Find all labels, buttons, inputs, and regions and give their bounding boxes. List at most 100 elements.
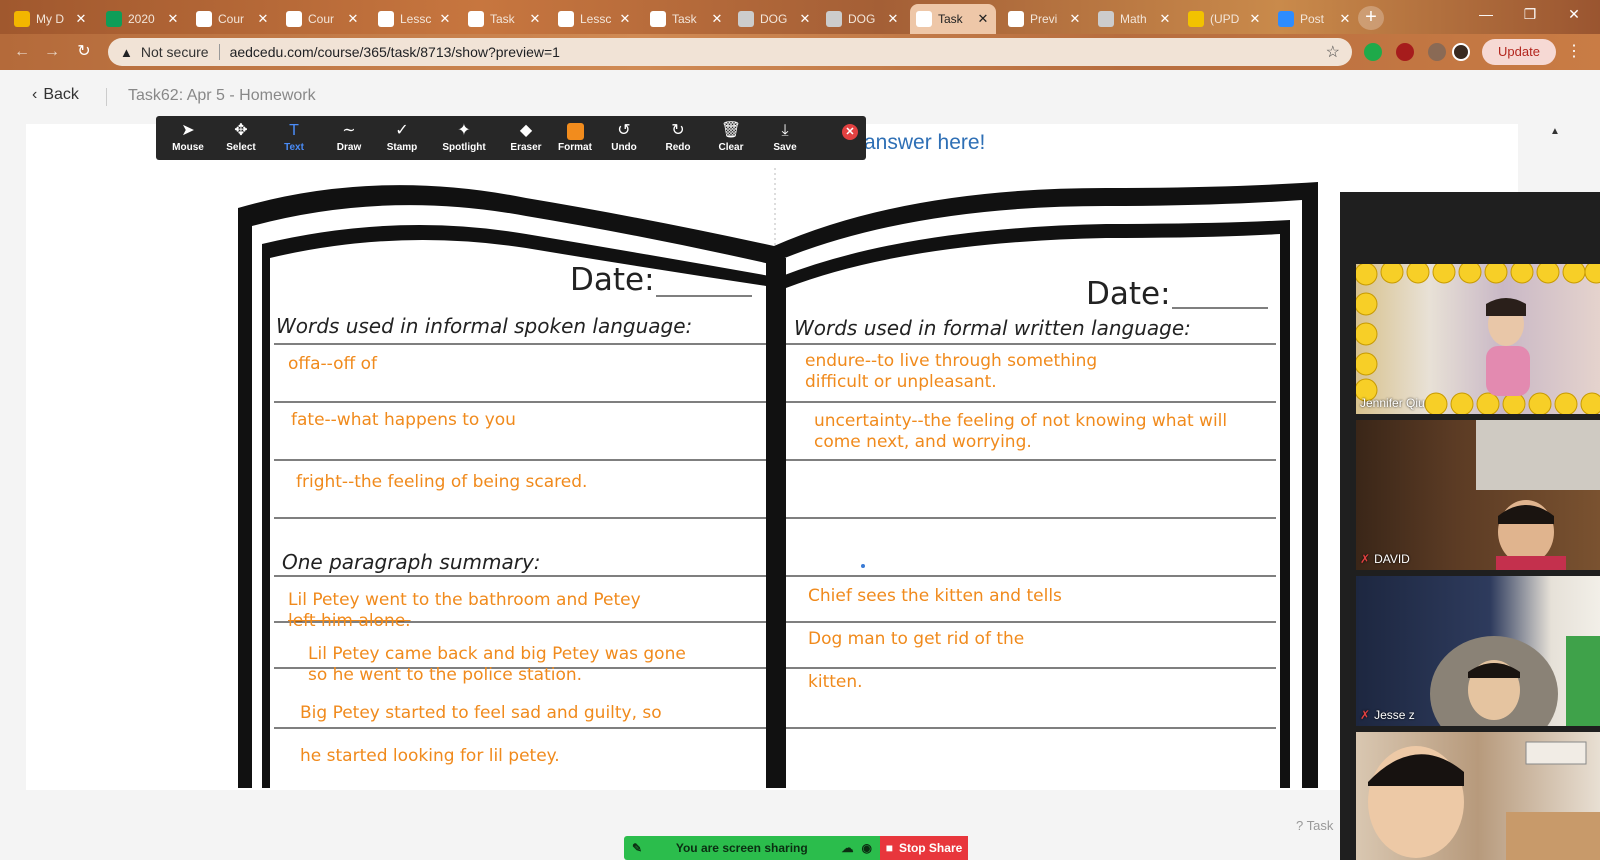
browser-tab[interactable]: Cour ✕ (280, 4, 366, 34)
annotation-tool-undo[interactable]: ↺ Undo (596, 120, 652, 158)
close-tab-icon[interactable]: ✕ (1338, 11, 1352, 27)
close-tab-icon[interactable]: ✕ (438, 11, 452, 27)
video-tile[interactable]: ✗ Jesse z (1356, 576, 1600, 726)
close-tab-icon[interactable]: ✕ (166, 11, 180, 27)
annotation-tool-clear[interactable]: 🗑 Clear (703, 120, 759, 158)
browser-tab[interactable]: DOG ✕ (820, 4, 906, 34)
left-heading: Words used in informal spoken language: (276, 314, 693, 338)
close-tab-icon[interactable]: ✕ (346, 11, 360, 27)
tab-label: 2020 (128, 12, 155, 26)
annotation-tool-save[interactable]: ⤓ Save (757, 120, 813, 158)
tool-label: Redo (665, 142, 691, 153)
annotation-tool-format[interactable]: Format (547, 120, 603, 158)
right-summary-line[interactable]: Dog man to get rid of the (808, 629, 1024, 650)
annotation-tool-stamp[interactable]: ✓ Stamp (374, 120, 430, 158)
right-summary-line[interactable]: Chief sees the kitten and tells (808, 586, 1062, 607)
annotation-tool-redo[interactable]: ↻ Redo (650, 120, 706, 158)
back-link[interactable]: ‹ Back (32, 86, 79, 104)
close-tab-icon[interactable]: ✕ (710, 11, 724, 27)
browser-tab[interactable]: Lessc ✕ (552, 4, 638, 34)
left-entry[interactable]: offa--off of (288, 354, 377, 375)
tab-label: Lessc (400, 12, 432, 26)
url-text[interactable]: aedcedu.com/course/365/task/8713/show?pr… (230, 44, 1326, 60)
reload-icon[interactable]: ↻ (72, 40, 96, 64)
browser-tab[interactable]: My D ✕ (8, 4, 94, 34)
right-entry[interactable]: endure--to live through something diffic… (805, 351, 1097, 393)
browser-tab[interactable]: Task ✕ (644, 4, 730, 34)
close-tab-icon[interactable]: ✕ (886, 11, 900, 27)
browser-tab[interactable]: DOG ✕ (732, 4, 818, 34)
mic-muted-icon: ✗ (1360, 552, 1371, 566)
share-status[interactable]: ✎ You are screen sharing ☁ ◉ (624, 836, 880, 860)
close-tab-icon[interactable]: ✕ (976, 11, 990, 27)
scroll-up-icon[interactable]: ▲ (1550, 126, 1560, 137)
back-label: Back (43, 86, 79, 103)
browser-tab[interactable]: 2020 ✕ (100, 4, 186, 34)
extension-ublock-icon[interactable] (1396, 43, 1414, 61)
restore-icon[interactable]: ❐ (1508, 0, 1552, 30)
summary-line[interactable]: he started looking for lil petey. (300, 746, 560, 767)
tool-label: Eraser (510, 142, 542, 153)
profile-avatar[interactable] (1452, 43, 1470, 61)
new-tab-button[interactable]: + (1358, 6, 1384, 30)
format-swatch-icon (566, 123, 584, 140)
annotation-tool-mouse[interactable]: ➤ Mouse (160, 120, 216, 158)
emoji-frame (1356, 264, 1600, 414)
browser-tab[interactable]: Post ✕ (1272, 4, 1358, 34)
back-arrow-icon[interactable]: ← (10, 40, 34, 64)
annotation-tool-eraser[interactable]: ◆ Eraser (498, 120, 554, 158)
right-entry[interactable]: uncertainty--the feeling of not knowing … (814, 411, 1227, 453)
close-tab-icon[interactable]: ✕ (74, 11, 88, 27)
close-tab-icon[interactable]: ✕ (1068, 11, 1082, 27)
security-label: Not secure (140, 44, 209, 60)
browser-tab[interactable]: Previ ✕ (1002, 4, 1088, 34)
video-feed (1430, 636, 1600, 726)
close-tab-icon[interactable]: ✕ (528, 11, 542, 27)
summary-line[interactable]: Lil Petey went to the bathroom and Petey… (288, 590, 641, 632)
browser-tab[interactable]: Lessc ✕ (372, 4, 458, 34)
browser-tab[interactable]: Task ✕ (462, 4, 548, 34)
extension-green-icon[interactable] (1364, 43, 1382, 61)
stop-share-button[interactable]: ■ Stop Share (880, 836, 968, 860)
video-tile[interactable]: ✗ DAVID (1356, 420, 1600, 570)
close-tab-icon[interactable]: ✕ (1248, 11, 1262, 27)
site-favicon-icon (286, 11, 302, 27)
close-tab-icon[interactable]: ✕ (1158, 11, 1172, 27)
annotation-tool-draw[interactable]: ∼ Draw (321, 120, 377, 158)
text-icon: T (289, 122, 299, 139)
bookmark-star-icon[interactable]: ☆ (1326, 42, 1340, 62)
forward-arrow-icon[interactable]: → (40, 40, 64, 64)
summary-line[interactable]: Big Petey started to feel sad and guilty… (300, 703, 662, 724)
extensions-puzzle-icon[interactable] (1428, 43, 1446, 61)
left-entry[interactable]: fright--the feeling of being scared. (296, 472, 587, 493)
tab-label: (UPD (1210, 12, 1240, 26)
right-summary-line[interactable]: kitten. (808, 672, 863, 693)
close-annotation-icon[interactable]: ✕ (842, 124, 858, 140)
browser-tab[interactable]: Task ✕ (910, 4, 996, 34)
menu-kebab-icon[interactable]: ⋮ (1566, 41, 1582, 61)
tab-label: Lessc (580, 12, 612, 26)
annotation-tool-spotlight[interactable]: ✦ Spotlight (436, 120, 492, 158)
video-tile[interactable] (1356, 732, 1600, 860)
minimize-icon[interactable]: — (1464, 0, 1508, 30)
close-window-icon[interactable]: ✕ (1552, 0, 1596, 30)
summary-line[interactable]: Lil Petey came back and big Petey was go… (308, 644, 686, 686)
annotation-tool-select[interactable]: ✥ Select (213, 120, 269, 158)
left-entry[interactable]: fate--what happens to you (291, 410, 516, 431)
video-feed (1368, 741, 1600, 860)
video-tile[interactable]: Jennifer Qiu (1356, 264, 1600, 414)
browser-tab[interactable]: Cour ✕ (190, 4, 276, 34)
close-tab-icon[interactable]: ✕ (798, 11, 812, 27)
warning-icon: ▲ (120, 44, 133, 60)
help-link[interactable]: ? Task (1296, 818, 1333, 833)
close-tab-icon[interactable]: ✕ (256, 11, 270, 27)
address-bar[interactable]: ▲ Not secure aedcedu.com/course/365/task… (108, 38, 1352, 66)
browser-tab[interactable]: Math ✕ (1092, 4, 1178, 34)
tool-label: Format (558, 142, 592, 153)
pin-icon: ✎ (632, 841, 643, 855)
tool-label: Text (284, 142, 304, 153)
annotation-tool-text[interactable]: T Text (266, 120, 322, 158)
update-button[interactable]: Update (1482, 39, 1556, 65)
close-tab-icon[interactable]: ✕ (618, 11, 632, 27)
browser-tab[interactable]: (UPD ✕ (1182, 4, 1268, 34)
